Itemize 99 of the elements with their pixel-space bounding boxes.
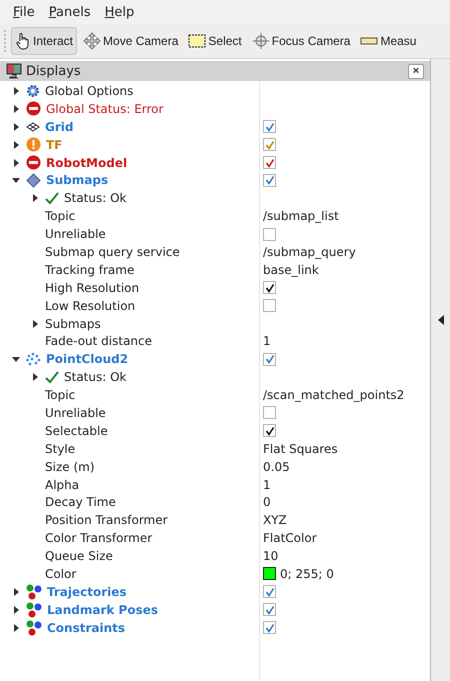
checkbox[interactable] — [263, 138, 276, 152]
property-value[interactable]: /submap_list — [263, 209, 339, 224]
collapsed-arrow-icon[interactable] — [12, 122, 20, 131]
checkbox[interactable] — [263, 406, 276, 420]
collapsed-arrow-icon[interactable] — [12, 86, 20, 95]
expanded-arrow-icon[interactable] — [12, 176, 20, 184]
close-button[interactable]: × — [408, 64, 424, 78]
collapsed-arrow-icon[interactable] — [12, 588, 20, 596]
color-swatch[interactable] — [263, 567, 276, 580]
selection-rectangle-icon — [188, 33, 206, 49]
property-label[interactable]: Landmark Poses — [47, 602, 158, 617]
property-label[interactable]: Color Transformer — [45, 531, 152, 546]
property-value[interactable]: 1 — [263, 478, 271, 492]
collapsed-arrow-icon[interactable] — [12, 606, 20, 614]
colored-spheres-icon — [26, 620, 42, 636]
collapsed-arrow-icon[interactable] — [31, 373, 39, 382]
diamond-icon — [26, 172, 41, 188]
monitor-icon — [6, 63, 22, 79]
checkmark-icon — [45, 192, 59, 205]
checkbox[interactable] — [263, 585, 276, 598]
property-value[interactable]: 1 — [263, 334, 271, 348]
property-label[interactable]: Tracking frame — [45, 262, 134, 277]
property-label[interactable]: Unreliable — [45, 406, 106, 420]
property-value[interactable]: 0 — [263, 495, 271, 510]
property-value[interactable]: /submap_query — [263, 244, 356, 259]
checkbox[interactable] — [263, 281, 276, 294]
warning-icon — [26, 137, 41, 152]
checkbox[interactable] — [263, 228, 276, 241]
collapsed-arrow-icon[interactable] — [31, 320, 39, 328]
gear-icon — [26, 84, 40, 98]
property-label[interactable]: Submaps — [46, 173, 108, 188]
error-icon — [26, 101, 41, 116]
point-cloud-icon — [26, 352, 41, 366]
property-value[interactable]: 0.05 — [263, 460, 290, 474]
colored-spheres-icon — [26, 584, 42, 600]
property-label[interactable]: Unreliable — [45, 227, 106, 242]
property-label[interactable]: Topic — [45, 209, 76, 224]
error-icon — [26, 155, 41, 170]
property-label[interactable]: Low Resolution — [45, 298, 136, 313]
collapsed-arrow-icon[interactable] — [12, 624, 20, 632]
property-label[interactable]: Color — [45, 566, 76, 581]
property-label[interactable]: Submaps — [45, 316, 101, 331]
menu-item[interactable]: File — [13, 4, 35, 20]
checkbox[interactable] — [263, 120, 276, 134]
menu-item[interactable]: Help — [104, 4, 134, 20]
property-label[interactable]: PointCloud2 — [46, 352, 128, 366]
property-label[interactable]: Global Status: Error — [46, 102, 164, 116]
property-label[interactable]: Status: Ok — [64, 370, 126, 384]
checkmark-icon — [45, 370, 59, 384]
hand-icon — [15, 32, 31, 50]
property-label[interactable]: Fade-out distance — [45, 334, 152, 348]
property-label[interactable]: Trajectories — [47, 584, 127, 599]
tool-button[interactable]: Move Camera — [79, 27, 182, 55]
expanded-arrow-icon[interactable] — [12, 355, 20, 364]
collapsed-arrow-icon[interactable] — [12, 158, 20, 166]
property-value[interactable]: XYZ — [263, 513, 287, 528]
menu-item[interactable]: Panels — [48, 4, 91, 20]
checkbox[interactable] — [263, 299, 276, 312]
property-label[interactable]: High Resolution — [45, 280, 140, 295]
property-value[interactable]: FlatColor — [263, 531, 317, 546]
property-label[interactable]: Decay Time — [45, 495, 116, 510]
property-label[interactable]: RobotModel — [46, 156, 128, 170]
property-label[interactable]: Queue Size — [45, 549, 113, 564]
property-label[interactable]: Status: Ok — [64, 191, 126, 206]
property-value[interactable]: base_link — [263, 262, 319, 277]
property-label[interactable]: Submap query service — [45, 244, 180, 259]
property-label[interactable]: Constraints — [47, 620, 126, 635]
ruler-icon — [360, 36, 378, 46]
property-label[interactable]: Style — [45, 442, 76, 456]
checkbox[interactable] — [263, 621, 276, 634]
property-label[interactable]: Grid — [45, 120, 74, 134]
tool-button[interactable]: Measu — [356, 29, 420, 53]
grid-icon — [26, 122, 40, 132]
move-arrows-icon — [83, 32, 102, 50]
property-label[interactable]: Alpha — [45, 478, 80, 492]
checkbox[interactable] — [263, 156, 276, 169]
collapse-arrow-icon[interactable] — [438, 315, 444, 325]
property-label[interactable]: Global Options — [45, 84, 134, 98]
collapsed-arrow-icon[interactable] — [12, 104, 20, 113]
collapsed-arrow-icon[interactable] — [31, 194, 39, 202]
collapsed-arrow-icon[interactable] — [12, 140, 20, 149]
tool-button[interactable]: Interact — [11, 27, 78, 55]
property-label[interactable]: Topic — [45, 388, 76, 402]
checkbox[interactable] — [263, 352, 276, 366]
property-label[interactable]: Size (m) — [45, 460, 94, 474]
colored-spheres-icon — [26, 602, 42, 618]
property-value[interactable]: 10 — [263, 549, 278, 564]
property-value[interactable]: Flat Squares — [263, 442, 338, 456]
property-value[interactable]: 0; 255; 0 — [280, 566, 334, 581]
tool-button[interactable]: Select — [184, 28, 246, 54]
panel-title: Displays — [26, 64, 82, 78]
checkbox[interactable] — [263, 603, 276, 616]
checkbox[interactable] — [263, 424, 276, 438]
crosshair-icon — [252, 32, 270, 50]
property-value[interactable]: /scan_matched_points2 — [263, 388, 404, 402]
property-label[interactable]: Selectable — [45, 424, 108, 438]
tool-button[interactable]: Focus Camera — [248, 27, 354, 55]
checkbox[interactable] — [263, 174, 276, 187]
property-label[interactable]: Position Transformer — [45, 513, 168, 528]
